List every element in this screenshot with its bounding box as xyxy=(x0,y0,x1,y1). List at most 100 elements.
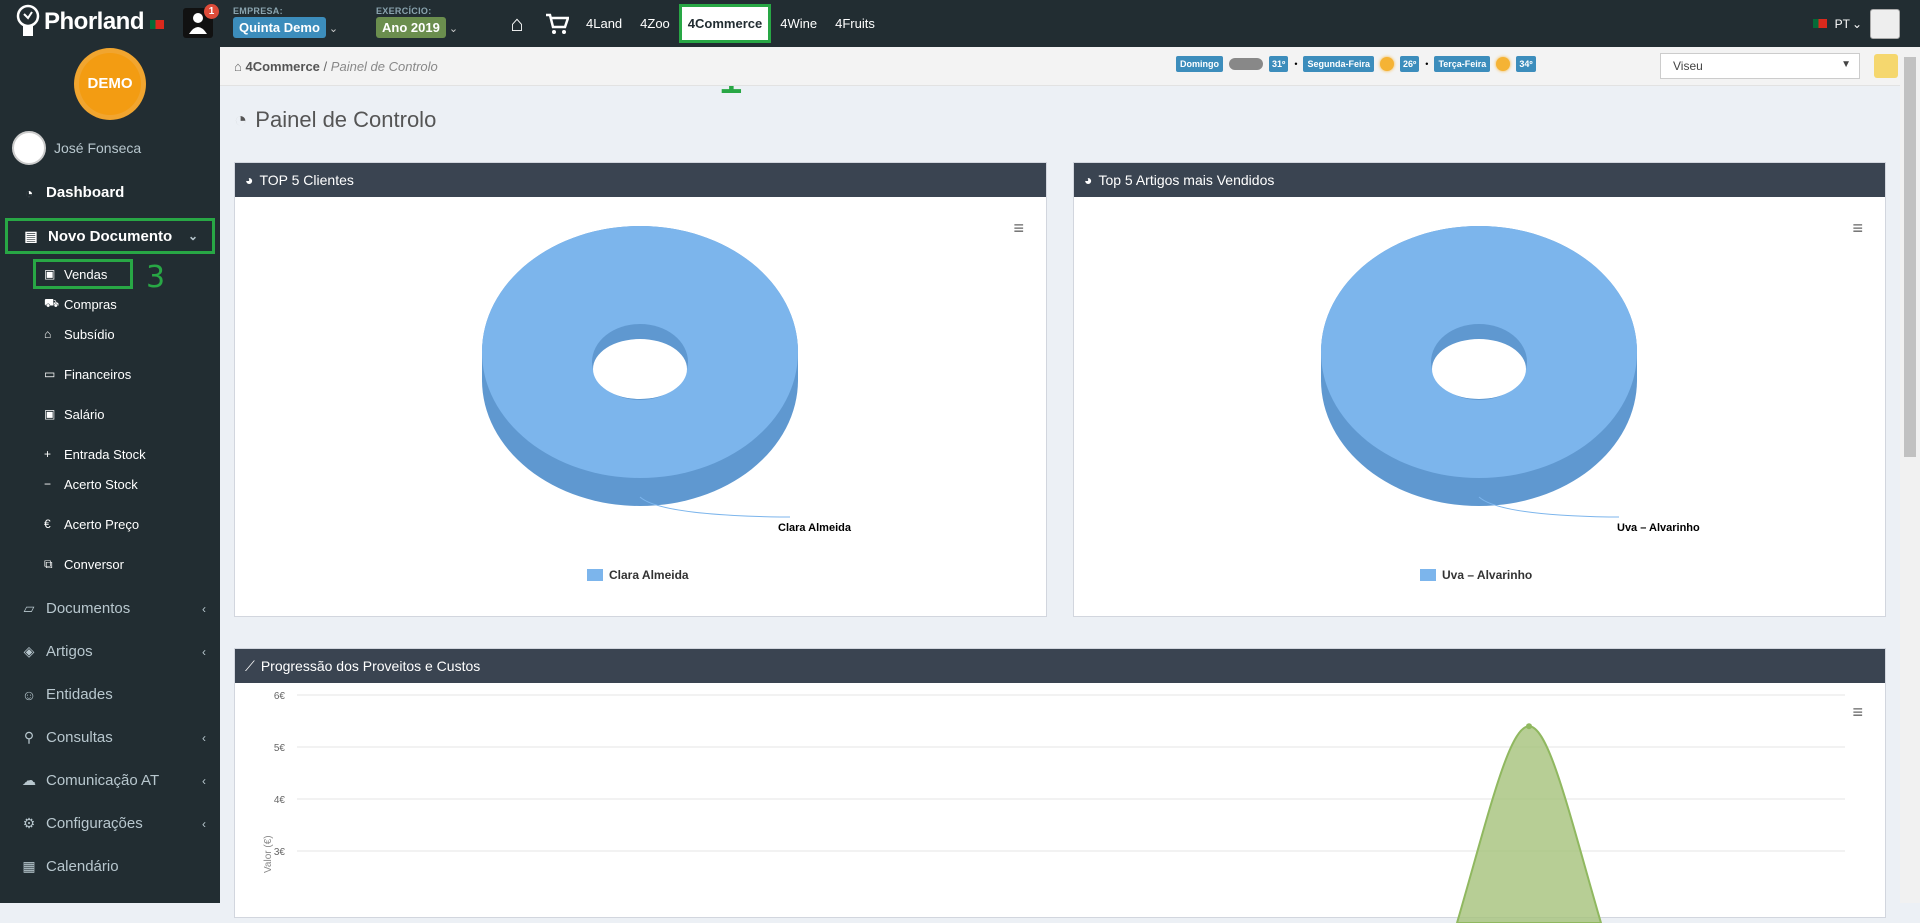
sidebar-item-consultas[interactable]: ⚲ Consultas ‹ xyxy=(0,716,220,759)
empresa-value[interactable]: Quinta Demo xyxy=(233,17,326,38)
novo-documento-submenu: ▣ Vendas ⛟ Compras ⌂ Subsídio ▭ Financeiros … xyxy=(0,259,220,579)
nav-4commerce[interactable]: 4Commerce xyxy=(678,4,772,43)
cubes-icon: ◈ xyxy=(23,643,35,659)
sidebar-item-label: Calendário xyxy=(46,858,119,875)
sidebar-item-acerto-preco[interactable]: € Acerto Preço xyxy=(0,509,220,539)
cloud-upload-icon: ☁ xyxy=(22,772,36,788)
money-icon: ▣ xyxy=(44,267,56,281)
sidebar-item-salario[interactable]: ▣ Salário xyxy=(0,399,220,429)
chevron-left-icon: ‹ xyxy=(202,773,206,788)
page-title-text: Painel de Controlo xyxy=(255,107,437,132)
sidebar-item-label: Comunicação AT xyxy=(46,772,160,789)
sidebar-item-compras[interactable]: ⛟ Compras xyxy=(0,289,220,319)
sidebar-item-entrada-stock[interactable]: + Entrada Stock xyxy=(0,439,220,469)
language-selector[interactable]: PT xyxy=(1835,17,1850,31)
legend-item[interactable]: Uva – Alvarinho xyxy=(1420,568,1532,582)
cart-icon[interactable] xyxy=(537,0,577,47)
panel-header: ◕ TOP 5 Clientes xyxy=(235,163,1046,197)
weather-widget: Domingo 31º • Segunda-Feira 26º • Terça-… xyxy=(1176,56,1536,72)
sidebar-item-financeiros[interactable]: ▭ Financeiros xyxy=(0,359,220,389)
sidebar-item-artigos[interactable]: ◈ Artigos ‹ xyxy=(0,630,220,673)
sidebar-item-label: Documentos xyxy=(46,600,131,617)
dashboard-icon: ◔ xyxy=(234,107,248,132)
nav-4land[interactable]: 4Land xyxy=(577,0,631,47)
legend-swatch xyxy=(1420,569,1436,581)
pie-chart-icon: ◕ xyxy=(245,172,254,188)
sidebar-item-conversor[interactable]: ⧉ Conversor xyxy=(0,549,220,579)
empresa-selector[interactable]: EMPRESA: Quinta Demo ⌄ xyxy=(233,6,338,38)
sidebar-item-label: Entrada Stock xyxy=(64,446,146,462)
nav-4zoo[interactable]: 4Zoo xyxy=(631,0,679,47)
sidebar-item-label: Conversor xyxy=(64,556,124,572)
exercicio-label: EXERCÍCIO: xyxy=(376,6,432,16)
nav-4fruits[interactable]: 4Fruits xyxy=(826,0,884,47)
area-chart-progressao: 6€ 5€ 4€ 3€Valor (€) xyxy=(263,691,1845,923)
sidebar-item-configuracoes[interactable]: ⚙ Configurações ‹ xyxy=(0,802,220,845)
breadcrumb: ⌂ 4Commerce / Painel de Controlo xyxy=(234,59,438,74)
weather-day: Terça-Feira xyxy=(1434,56,1491,72)
file-icon: ▭ xyxy=(44,367,56,381)
home-icon: ⌂ xyxy=(234,59,242,74)
euro-icon: € xyxy=(44,517,51,531)
calendar-icon: ▦ xyxy=(22,858,36,874)
main-content: ⌂ 4Commerce / Painel de Controlo Domingo… xyxy=(220,47,1900,923)
sidebar-item-comunicacao-at[interactable]: ☁ Comunicação AT ‹ xyxy=(0,759,220,802)
sun-icon xyxy=(1496,57,1511,71)
y-axis-label: Valor (€) xyxy=(263,835,274,873)
user-notifications-button[interactable]: 1 xyxy=(183,4,219,38)
sun-icon xyxy=(1379,57,1394,71)
user-panel: José Fonseca xyxy=(12,131,141,165)
panel-title: TOP 5 Clientes xyxy=(259,172,354,188)
sidebar-item-subsidio[interactable]: ⌂ Subsídio xyxy=(0,319,220,349)
user-avatar[interactable] xyxy=(1870,8,1900,39)
top-right-controls: PT ⌄ xyxy=(1812,0,1900,47)
page-scrollbar[interactable] xyxy=(1900,47,1920,903)
sidebar-item-label: Compras xyxy=(64,296,117,312)
weather-temp: 34º xyxy=(1516,56,1536,72)
file-pdf-icon: ▤ xyxy=(24,227,38,244)
panel-title: Progressão dos Proveitos e Custos xyxy=(260,658,481,674)
bullet: • xyxy=(1294,59,1298,69)
folder-open-icon: ▱ xyxy=(23,600,35,616)
sidebar-item-documentos[interactable]: ▱ Documentos ‹ xyxy=(0,587,220,630)
cogs-icon: ⚙ xyxy=(22,815,36,831)
legend-item[interactable]: Clara Almeida xyxy=(587,568,689,582)
exercicio-value[interactable]: Ano 2019 xyxy=(376,17,446,38)
top-navbar: Phorland 1 EMPRESA: Quinta Demo ⌄ EXERCÍC… xyxy=(0,0,1920,47)
area-series xyxy=(1455,725,1603,923)
breadcrumb-separator: / xyxy=(323,59,328,74)
empresa-label: EMPRESA: xyxy=(233,6,283,16)
chevron-down-icon: ⌄ xyxy=(1851,16,1862,31)
plus-icon: + xyxy=(44,447,52,461)
scrollbar-thumb[interactable] xyxy=(1904,57,1916,457)
brand-logo[interactable]: Phorland xyxy=(16,4,165,40)
chevron-down-icon: ⌄ xyxy=(328,23,339,35)
slice-label: Uva – Alvarinho xyxy=(1617,522,1700,534)
bank-icon: ⌂ xyxy=(44,327,52,341)
copy-icon: ⧉ xyxy=(44,556,53,571)
home-icon[interactable]: ⌂ xyxy=(497,0,537,47)
sidebar-item-acerto-stock[interactable]: − Acerto Stock xyxy=(0,469,220,499)
exercicio-selector[interactable]: EXERCÍCIO: Ano 2019 ⌄ xyxy=(376,6,458,38)
sidebar-item-label: Consultas xyxy=(46,729,113,746)
sidebar: DEMO José Fonseca ◔ Dashboard ▤ Novo Doc… xyxy=(0,47,220,903)
sidebar-item-label: Acerto Preço xyxy=(64,516,140,532)
sidebar-item-novo-documento[interactable]: ▤ Novo Documento ⌄ xyxy=(5,218,215,254)
sidebar-item-dashboard[interactable]: ◔ Dashboard xyxy=(0,171,220,214)
cloud-icon xyxy=(1229,58,1263,70)
sidebar-item-entidades[interactable]: ☺ Entidades xyxy=(0,673,220,716)
donut-chart-artigos xyxy=(1321,226,1637,518)
progressao-panel: ⟋ Progressão dos Proveitos e Custos ≡ 6€… xyxy=(234,648,1886,923)
gear-icon[interactable] xyxy=(1874,54,1898,78)
city-select[interactable]: Viseu ▼ xyxy=(1660,53,1860,79)
weather-day: Domingo xyxy=(1176,56,1223,72)
sidebar-item-vendas[interactable]: ▣ Vendas xyxy=(33,259,133,289)
breadcrumb-root[interactable]: 4Commerce xyxy=(245,59,319,74)
legend-swatch xyxy=(587,569,603,581)
chevron-down-icon: ⌄ xyxy=(448,23,459,35)
donut-hole xyxy=(593,339,687,399)
brand-name: Phorland xyxy=(44,8,145,35)
panel-header: ⟋ Progressão dos Proveitos e Custos xyxy=(235,649,1885,683)
nav-4wine[interactable]: 4Wine xyxy=(771,0,826,47)
sidebar-item-calendario[interactable]: ▦ Calendário xyxy=(0,845,220,888)
